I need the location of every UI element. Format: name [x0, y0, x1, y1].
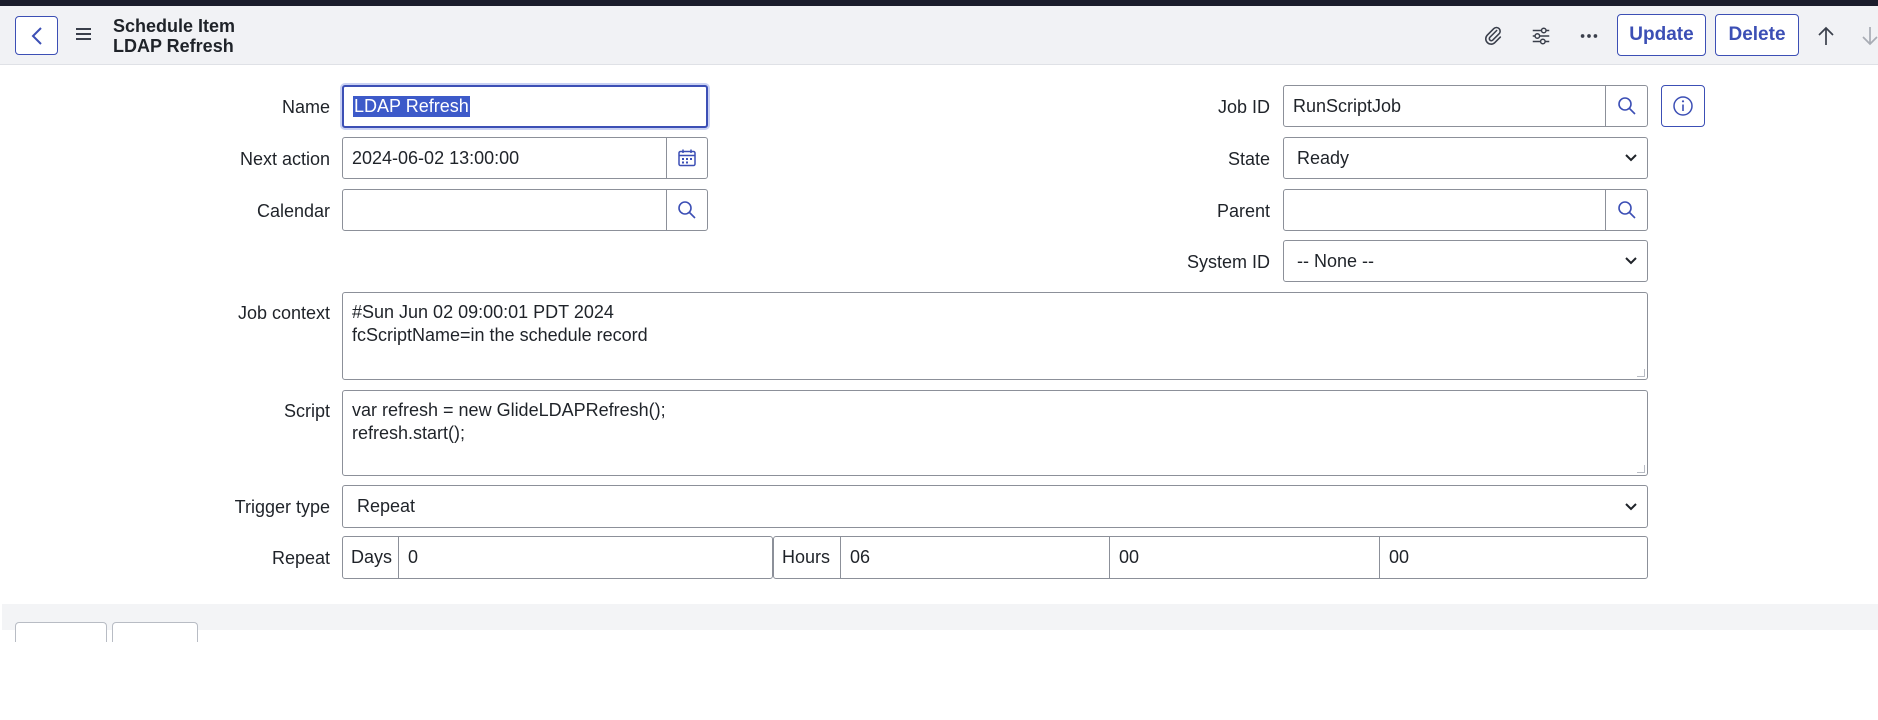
job-context-line: fcScriptName=in the schedule record [352, 325, 648, 345]
calendar-icon [678, 149, 696, 167]
next-action-label: Next action [239, 149, 330, 169]
page-title-record: LDAP Refresh [113, 36, 234, 56]
repeat-label: Repeat [271, 548, 330, 568]
repeat-days-input[interactable]: 0 [399, 537, 772, 578]
paperclip-icon[interactable] [1481, 24, 1505, 48]
script-line: var refresh = new GlideLDAPRefresh(); [352, 400, 666, 420]
script-textarea[interactable]: var refresh = new GlideLDAPRefresh(); re… [342, 390, 1648, 476]
repeat-hours-input[interactable]: 06 [841, 537, 1109, 578]
job-id-value: RunScriptJob [1293, 95, 1402, 116]
bottom-action-button[interactable] [15, 622, 107, 642]
search-icon [1617, 97, 1636, 115]
form-header: Schedule Item LDAP Refresh Update Delete [0, 6, 1878, 65]
state-label: State [1227, 149, 1270, 169]
hamburger-menu-icon[interactable] [76, 28, 94, 44]
job-id-lookup-button[interactable] [1605, 85, 1648, 127]
job-id-input[interactable]: RunScriptJob [1283, 85, 1607, 127]
info-button[interactable] [1661, 85, 1705, 127]
search-icon [678, 201, 696, 219]
script-label: Script [283, 401, 330, 421]
chevron-left-icon [31, 26, 42, 45]
arrow-down-icon[interactable] [1858, 24, 1878, 48]
resize-handle[interactable] [1637, 465, 1645, 473]
next-action-value: 2024-06-02 13:00:00 [352, 147, 520, 168]
repeat-time-group: Hours 06 00 00 [773, 536, 1648, 579]
calendar-label: Calendar [256, 201, 330, 221]
state-select[interactable]: Ready [1283, 137, 1648, 179]
next-action-input[interactable]: 2024-06-02 13:00:00 [342, 137, 668, 179]
bottom-action-button[interactable] [112, 622, 198, 642]
parent-input[interactable] [1283, 189, 1607, 231]
job-context-label: Job context [237, 303, 330, 323]
system-id-label: System ID [1186, 252, 1270, 272]
calendar-lookup-button[interactable] [666, 189, 708, 231]
sliders-icon[interactable] [1529, 24, 1553, 48]
job-context-line: #Sun Jun 02 09:00:01 PDT 2024 [352, 302, 614, 322]
trigger-type-select[interactable]: Repeat [342, 485, 1648, 528]
parent-lookup-button[interactable] [1605, 189, 1648, 231]
chevron-down-icon [1625, 257, 1637, 265]
system-id-select[interactable]: -- None -- [1283, 240, 1648, 282]
repeat-seconds-input[interactable]: 00 [1380, 537, 1647, 578]
job-context-textarea[interactable]: #Sun Jun 02 09:00:01 PDT 2024 fcScriptNa… [342, 292, 1648, 380]
repeat-minutes-input[interactable]: 00 [1110, 537, 1379, 578]
repeat-days-group: Days 0 [342, 536, 773, 579]
parent-label: Parent [1216, 201, 1270, 221]
job-id-label: Job ID [1217, 97, 1270, 117]
back-button[interactable] [15, 16, 58, 55]
form-body: Name LDAP Refresh Job ID RunScriptJob Ne… [2, 66, 1878, 604]
calendar-input[interactable] [342, 189, 668, 231]
name-value: LDAP Refresh [353, 96, 470, 117]
chevron-down-icon [1625, 502, 1637, 510]
repeat-hours-label: Hours [774, 537, 841, 578]
repeat-days-label: Days [343, 537, 399, 578]
name-label: Name [281, 97, 330, 117]
footer-strip [2, 604, 1878, 630]
trigger-type-label: Trigger type [234, 497, 330, 517]
name-input[interactable]: LDAP Refresh [342, 85, 708, 128]
update-button[interactable]: Update [1617, 14, 1706, 56]
info-icon [1673, 96, 1693, 116]
arrow-up-icon[interactable] [1814, 24, 1838, 48]
chevron-down-icon [1625, 154, 1637, 162]
script-line: refresh.start(); [352, 423, 466, 443]
search-icon [1617, 201, 1636, 219]
delete-button[interactable]: Delete [1715, 14, 1799, 56]
page-title-table: Schedule Item [113, 16, 236, 36]
trigger-type-value: Repeat [357, 496, 416, 516]
system-id-value: -- None -- [1297, 250, 1375, 271]
page-title: Schedule Item LDAP Refresh [113, 16, 235, 56]
resize-handle[interactable] [1637, 369, 1645, 377]
state-value: Ready [1297, 147, 1350, 168]
more-icon[interactable] [1577, 24, 1601, 48]
calendar-picker-button[interactable] [666, 137, 708, 179]
